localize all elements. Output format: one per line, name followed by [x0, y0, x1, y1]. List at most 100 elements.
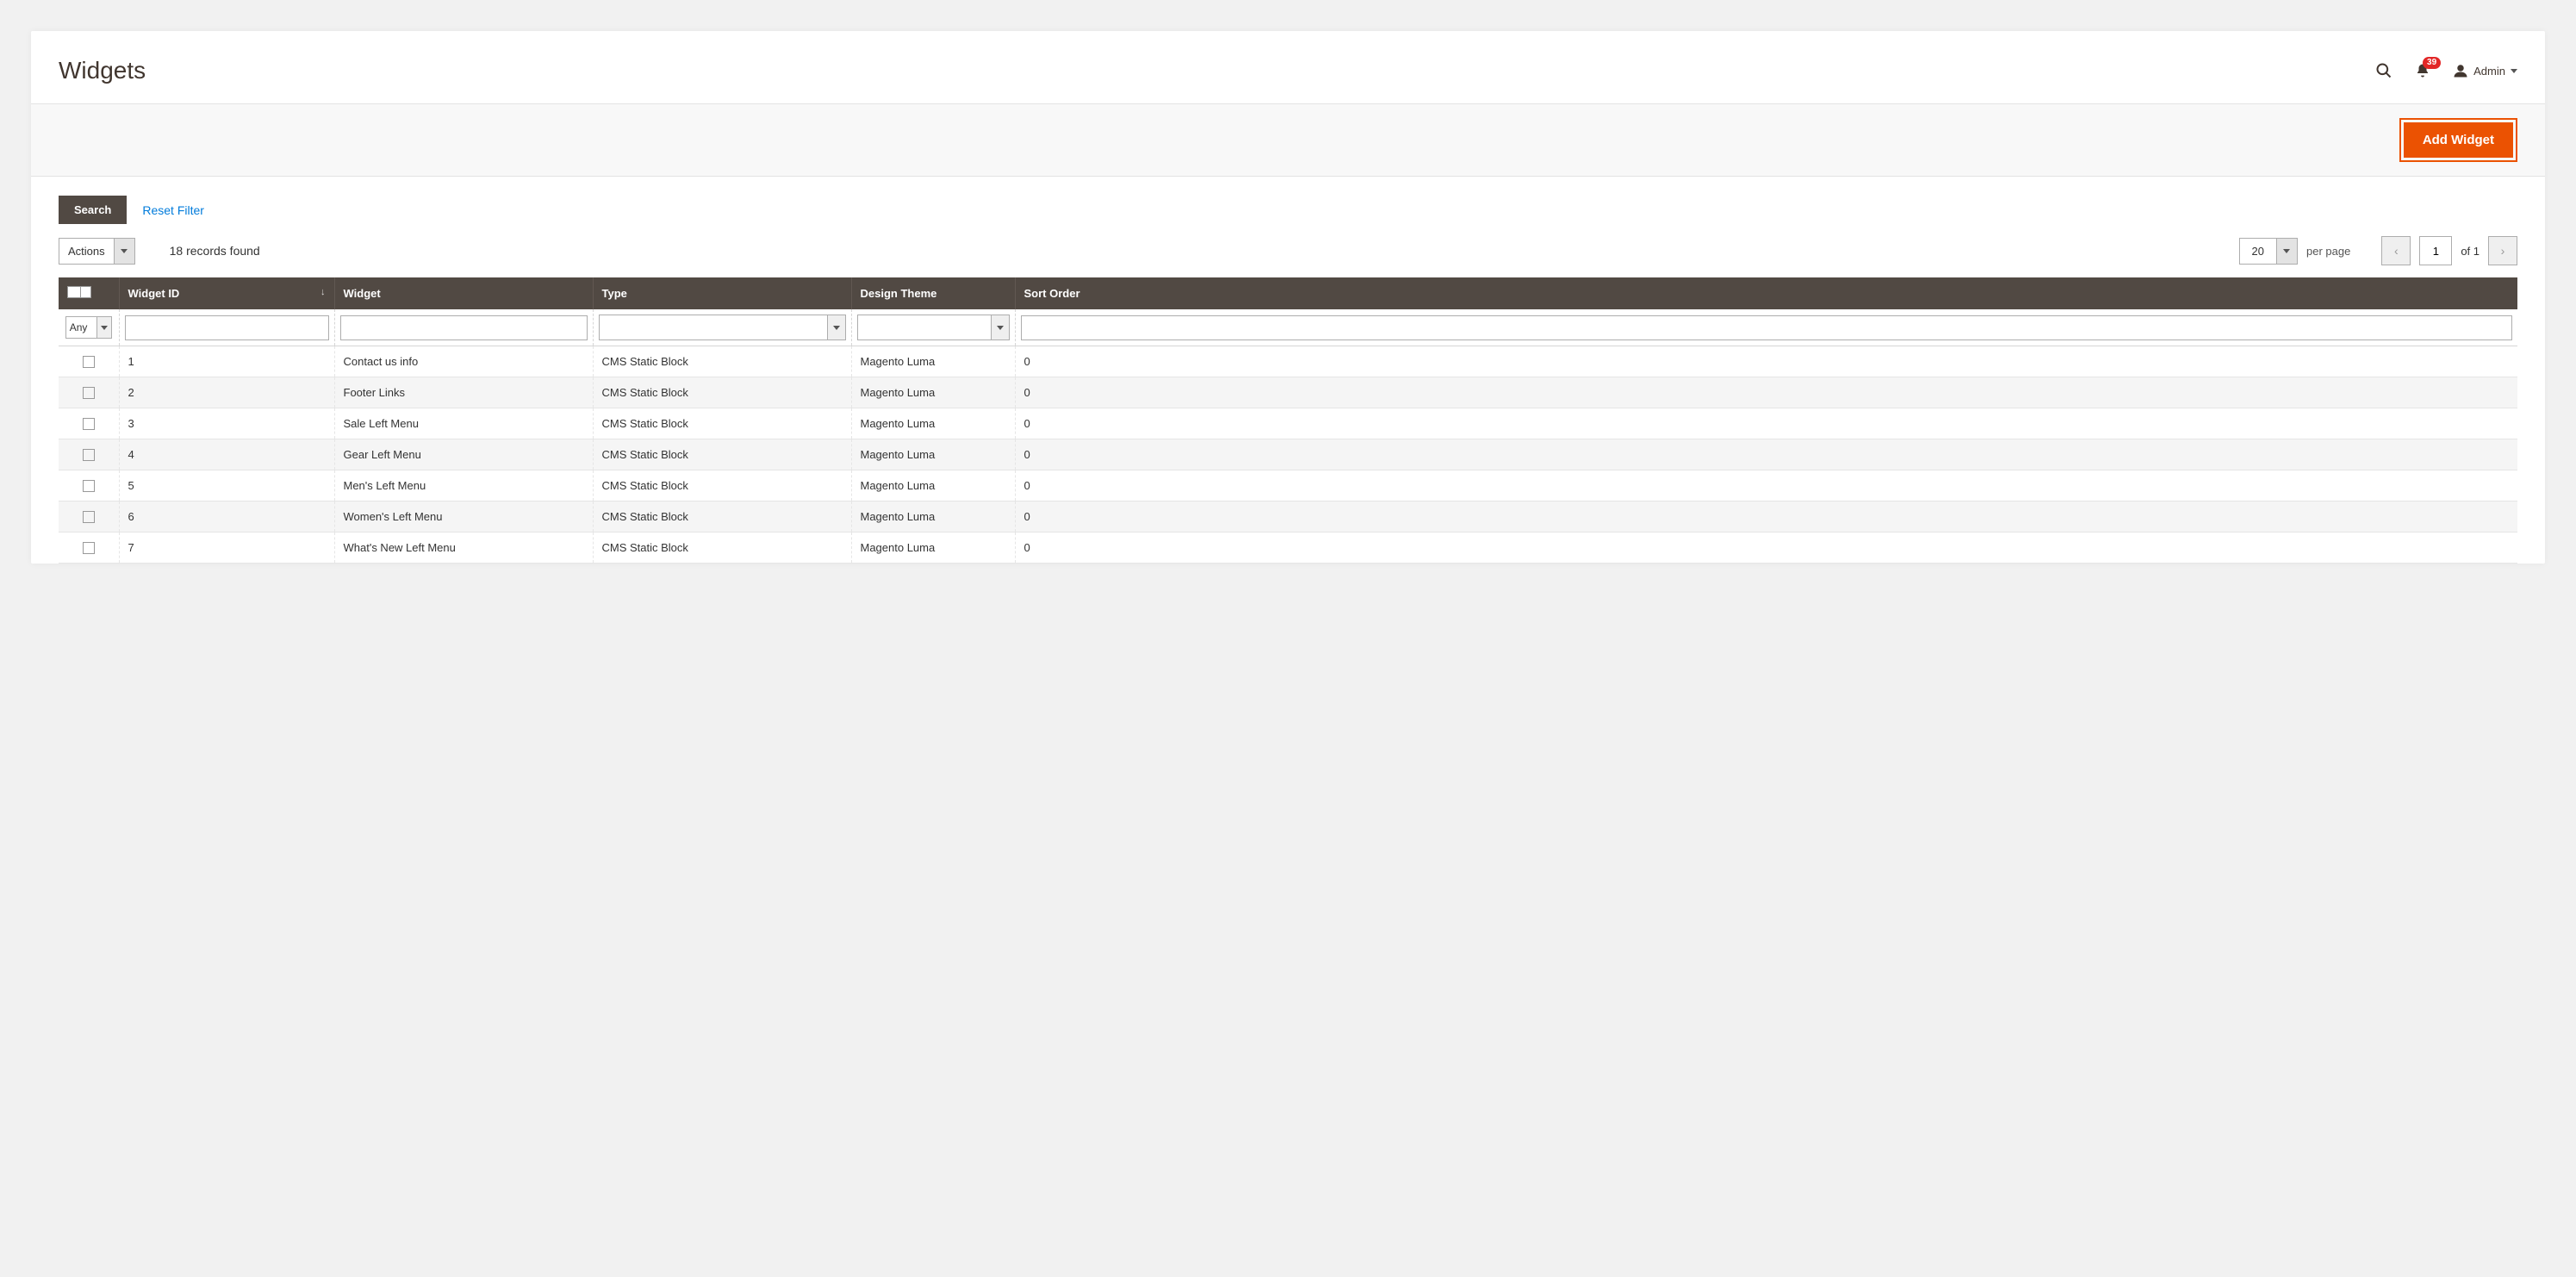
next-page-button[interactable]: › — [2488, 236, 2517, 265]
chevron-down-icon — [2276, 239, 2297, 264]
row-checkbox[interactable] — [83, 449, 95, 461]
cell-type: CMS Static Block — [593, 439, 851, 470]
cell-theme: Magento Luma — [851, 439, 1015, 470]
add-widget-highlight: Add Widget — [2399, 118, 2517, 162]
grid-controls: Actions 18 records found 20 per page ‹ o… — [31, 224, 2545, 277]
per-page-label: per page — [2306, 245, 2350, 258]
chevron-down-icon — [827, 315, 846, 340]
filter-type-dropdown[interactable] — [599, 315, 846, 340]
cell-widget: Men's Left Menu — [334, 470, 593, 501]
chevron-down-icon — [2511, 69, 2517, 73]
notifications-icon[interactable]: 39 — [2415, 62, 2430, 79]
cell-type: CMS Static Block — [593, 346, 851, 377]
cell-id: 7 — [119, 533, 334, 564]
cell-theme: Magento Luma — [851, 377, 1015, 408]
cell-type: CMS Static Block — [593, 408, 851, 439]
cell-sort: 0 — [1015, 346, 2517, 377]
table-row[interactable]: 5Men's Left MenuCMS Static BlockMagento … — [59, 470, 2517, 501]
sort-asc-icon: ↓ — [320, 287, 326, 297]
col-widget-id[interactable]: Widget ID↓ — [119, 277, 334, 309]
table-row[interactable]: 2Footer LinksCMS Static BlockMagento Lum… — [59, 377, 2517, 408]
chevron-right-icon: › — [2501, 244, 2505, 258]
row-checkbox[interactable] — [83, 511, 95, 523]
cell-widget: What's New Left Menu — [334, 533, 593, 564]
cell-type: CMS Static Block — [593, 377, 851, 408]
cell-widget: Contact us info — [334, 346, 593, 377]
cell-type: CMS Static Block — [593, 501, 851, 533]
cell-widget: Footer Links — [334, 377, 593, 408]
actions-dropdown[interactable]: Actions — [59, 238, 135, 265]
action-bar: Add Widget — [31, 103, 2545, 177]
table-row[interactable]: 1Contact us infoCMS Static BlockMagento … — [59, 346, 2517, 377]
filter-widget[interactable] — [340, 315, 588, 340]
page-navigation: ‹ of 1 › — [2381, 236, 2517, 265]
col-select-all[interactable]: ▾ — [59, 277, 119, 309]
chevron-left-icon: ‹ — [2394, 244, 2399, 258]
chevron-down-icon — [991, 315, 1010, 340]
table-row[interactable]: 7What's New Left MenuCMS Static BlockMag… — [59, 533, 2517, 564]
cell-sort: 0 — [1015, 501, 2517, 533]
cell-widget: Gear Left Menu — [334, 439, 593, 470]
add-widget-button[interactable]: Add Widget — [2404, 122, 2513, 158]
cell-sort: 0 — [1015, 408, 2517, 439]
table-row[interactable]: 4Gear Left MenuCMS Static BlockMagento L… — [59, 439, 2517, 470]
cell-sort: 0 — [1015, 470, 2517, 501]
filter-any-dropdown[interactable]: Any — [65, 316, 112, 339]
row-checkbox[interactable] — [83, 542, 95, 554]
row-checkbox[interactable] — [83, 356, 95, 368]
actions-label: Actions — [59, 239, 114, 264]
grid-toolbar: Search Reset Filter — [31, 177, 2545, 224]
user-icon — [2453, 63, 2468, 78]
chevron-down-icon — [114, 239, 134, 264]
per-page-dropdown[interactable]: 20 — [2239, 238, 2298, 265]
cell-id: 6 — [119, 501, 334, 533]
pager: 20 per page ‹ of 1 › — [2239, 236, 2517, 265]
cell-theme: Magento Luma — [851, 470, 1015, 501]
row-checkbox[interactable] — [83, 387, 95, 399]
page-of-label: of 1 — [2461, 245, 2480, 258]
chevron-down-icon — [96, 316, 112, 339]
grid-wrap: ▾ Widget ID↓ Widget Type Design Theme So… — [31, 277, 2545, 564]
cell-type: CMS Static Block — [593, 470, 851, 501]
header-row: ▾ Widget ID↓ Widget Type Design Theme So… — [59, 277, 2517, 309]
col-widget[interactable]: Widget — [334, 277, 593, 309]
row-checkbox[interactable] — [83, 418, 95, 430]
table-row[interactable]: 3Sale Left MenuCMS Static BlockMagento L… — [59, 408, 2517, 439]
cell-theme: Magento Luma — [851, 346, 1015, 377]
cell-sort: 0 — [1015, 377, 2517, 408]
cell-id: 5 — [119, 470, 334, 501]
notification-count: 39 — [2423, 57, 2441, 69]
per-page-value: 20 — [2240, 239, 2276, 264]
page-title: Widgets — [59, 57, 2375, 84]
cell-theme: Magento Luma — [851, 533, 1015, 564]
filter-sort-order[interactable] — [1021, 315, 2513, 340]
cell-sort: 0 — [1015, 533, 2517, 564]
filter-theme-dropdown[interactable] — [857, 315, 1010, 340]
cell-id: 1 — [119, 346, 334, 377]
col-type[interactable]: Type — [593, 277, 851, 309]
search-button[interactable]: Search — [59, 196, 127, 224]
col-design-theme[interactable]: Design Theme — [851, 277, 1015, 309]
admin-panel: Widgets 39 Admin Add Widget Search Reset… — [31, 31, 2545, 564]
search-icon[interactable] — [2375, 62, 2392, 79]
col-sort-order[interactable]: Sort Order — [1015, 277, 2517, 309]
table-row[interactable]: 6Women's Left MenuCMS Static BlockMagent… — [59, 501, 2517, 533]
cell-widget: Women's Left Menu — [334, 501, 593, 533]
prev-page-button[interactable]: ‹ — [2381, 236, 2411, 265]
header-actions: 39 Admin — [2375, 62, 2517, 79]
user-menu[interactable]: Admin — [2453, 63, 2517, 78]
row-checkbox[interactable] — [83, 480, 95, 492]
cell-sort: 0 — [1015, 439, 2517, 470]
records-found: 18 records found — [170, 244, 260, 258]
filter-row: Any — [59, 309, 2517, 346]
cell-type: CMS Static Block — [593, 533, 851, 564]
page-number-input[interactable] — [2419, 236, 2452, 265]
cell-theme: Magento Luma — [851, 501, 1015, 533]
widgets-grid: ▾ Widget ID↓ Widget Type Design Theme So… — [59, 277, 2517, 564]
cell-id: 3 — [119, 408, 334, 439]
mass-select[interactable]: ▾ — [67, 286, 91, 298]
reset-filter-link[interactable]: Reset Filter — [142, 203, 204, 217]
cell-id: 2 — [119, 377, 334, 408]
page-header: Widgets 39 Admin — [31, 31, 2545, 103]
filter-widget-id[interactable] — [125, 315, 329, 340]
